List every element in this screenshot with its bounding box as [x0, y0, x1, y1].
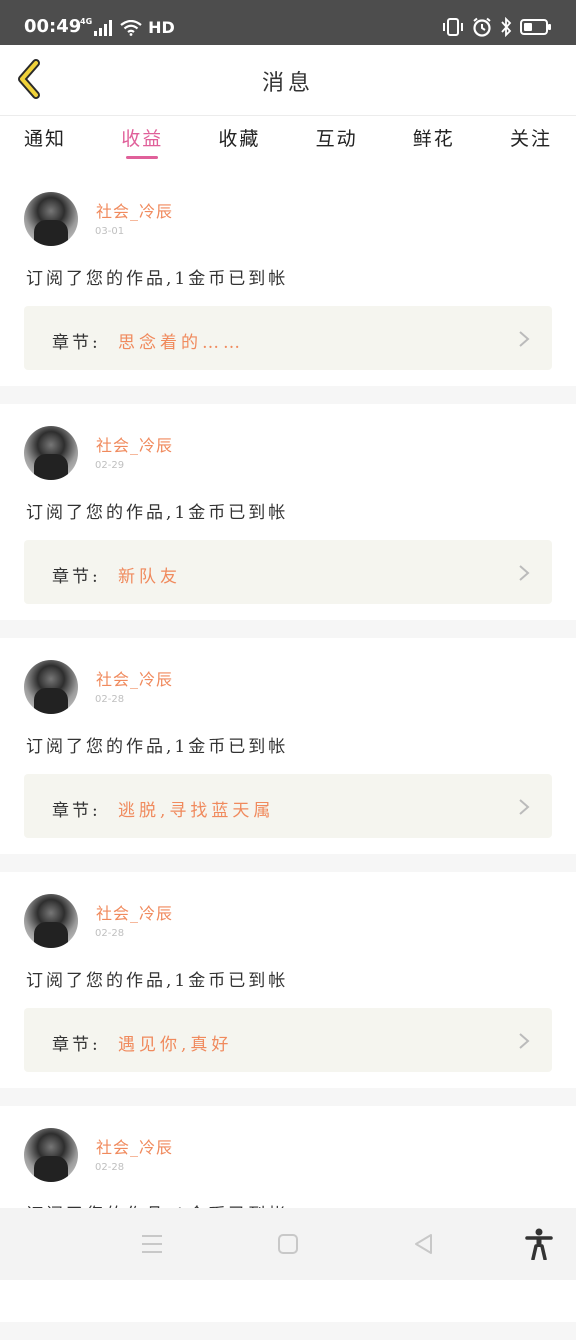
tab-bar: 通知 收益 收藏 互动 鲜花 关注 [0, 116, 576, 170]
chapter-name: 新队友 [118, 567, 181, 587]
username[interactable]: 社会_冷辰 [96, 900, 173, 924]
tab-follows[interactable]: 关注 [510, 116, 552, 170]
chapter-label: 章节: [52, 801, 101, 821]
tab-flowers[interactable]: 鲜花 [413, 116, 455, 170]
avatar[interactable] [24, 426, 78, 480]
username[interactable]: 社会_冷辰 [96, 1134, 173, 1158]
bluetooth-icon [501, 17, 512, 37]
back-triangle-icon[interactable] [411, 1232, 437, 1256]
tab-interactions[interactable]: 互动 [316, 116, 358, 170]
chapter-link[interactable]: 章节: 遇见你,真好 [24, 1008, 552, 1072]
chapter-label: 章节: [52, 333, 101, 353]
menu-icon[interactable] [139, 1232, 165, 1256]
message-date: 02-28 [95, 1162, 125, 1173]
avatar[interactable] [24, 1128, 78, 1182]
accessibility-icon[interactable] [525, 1228, 553, 1260]
username[interactable]: 社会_冷辰 [96, 666, 173, 690]
message-text: 订阅了您的作品,1金币已到帐 [26, 269, 289, 289]
username[interactable]: 社会_冷辰 [96, 198, 173, 222]
chevron-right-icon [519, 799, 530, 815]
chapter-link[interactable]: 章节: 思念着的…… [24, 306, 552, 370]
tab-earnings[interactable]: 收益 [121, 116, 163, 170]
alarm-icon [473, 17, 491, 37]
chapter-name: 逃脱,寻找蓝天属 [118, 801, 275, 821]
vibrate-icon [443, 18, 463, 36]
wifi-icon [120, 20, 142, 36]
chevron-right-icon [519, 1033, 530, 1049]
chapter-label: 章节: [52, 1035, 101, 1055]
chapter-label: 章节: [52, 567, 101, 587]
system-nav-bar [0, 1208, 576, 1280]
avatar[interactable] [24, 192, 78, 246]
chevron-right-icon [519, 331, 530, 347]
username[interactable]: 社会_冷辰 [96, 432, 173, 456]
page-title: 消息 [261, 71, 314, 96]
battery-icon [520, 19, 551, 35]
message-date: 02-28 [95, 928, 125, 939]
message-date: 02-29 [95, 460, 125, 471]
header: 消息 [0, 45, 576, 116]
tab-notifications[interactable]: 通知 [24, 116, 66, 170]
signal-icon [94, 20, 113, 36]
status-time: 00:49 [24, 16, 82, 37]
avatar[interactable] [24, 660, 78, 714]
tab-favorites[interactable]: 收藏 [218, 116, 260, 170]
message-list: 社会_冷辰 03-01 订阅了您的作品,1金币已到帐 章节: 思念着的…… 社会… [0, 170, 576, 1340]
home-icon[interactable] [275, 1232, 301, 1256]
message-card: 社会_冷辰 02-28 订阅了您的作品,1金币已到帐 章节: 逃脱,寻找蓝天属 [0, 638, 576, 854]
message-card: 社会_冷辰 03-01 订阅了您的作品,1金币已到帐 章节: 思念着的…… [0, 170, 576, 386]
message-date: 03-01 [95, 226, 125, 237]
network-type-label: 4G [80, 17, 93, 26]
avatar[interactable] [24, 894, 78, 948]
message-text: 订阅了您的作品,1金币已到帐 [26, 503, 289, 523]
status-bar: 00:49 4G HD [0, 0, 576, 45]
message-date: 02-28 [95, 694, 125, 705]
message-text: 订阅了您的作品,1金币已到帐 [26, 737, 289, 757]
message-card: 社会_冷辰 02-28 订阅了您的作品,1金币已到帐 章节: 遇见你,真好 [0, 872, 576, 1088]
hd-label: HD [148, 18, 175, 37]
chapter-name: 思念着的…… [118, 333, 244, 353]
message-text: 订阅了您的作品,1金币已到帐 [26, 971, 289, 991]
chevron-right-icon [519, 565, 530, 581]
message-card: 社会_冷辰 02-29 订阅了您的作品,1金币已到帐 章节: 新队友 [0, 404, 576, 620]
chapter-name: 遇见你,真好 [118, 1035, 233, 1055]
chapter-link[interactable]: 章节: 新队友 [24, 540, 552, 604]
chapter-link[interactable]: 章节: 逃脱,寻找蓝天属 [24, 774, 552, 838]
